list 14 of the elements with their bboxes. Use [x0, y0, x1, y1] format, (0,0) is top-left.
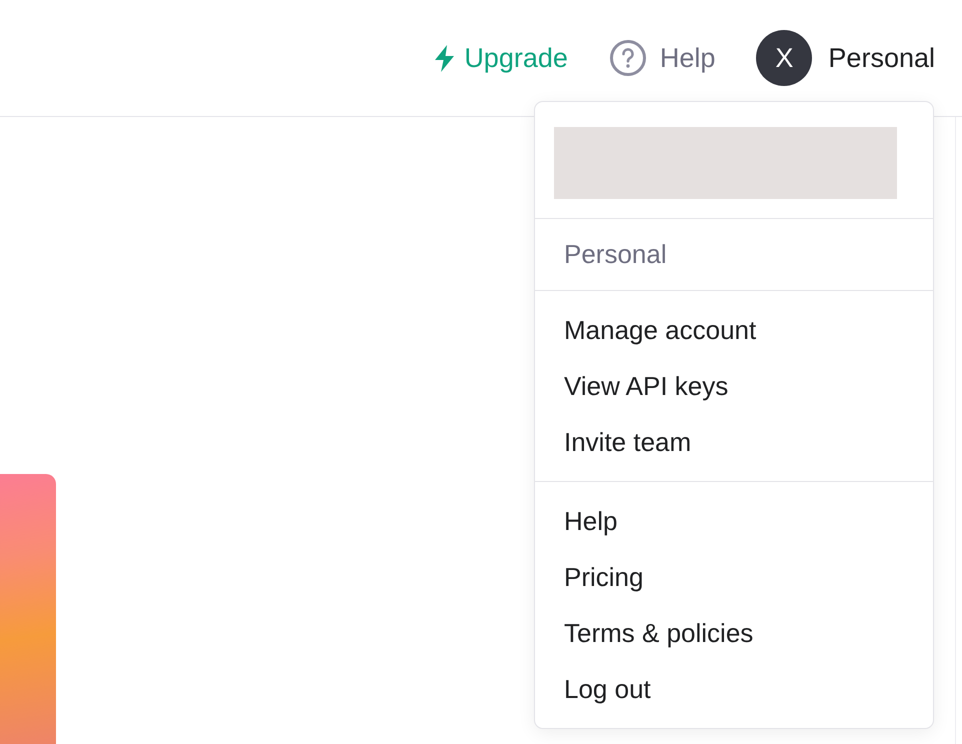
menu-item[interactable]: Manage account: [535, 302, 933, 358]
help-icon: [610, 40, 646, 76]
account-button[interactable]: X Personal: [756, 30, 935, 86]
account-name: Personal: [828, 42, 935, 75]
organization-name: Personal: [564, 238, 667, 271]
help-link[interactable]: Help: [610, 38, 716, 78]
lightning-bolt-icon: [434, 44, 456, 72]
menu-item[interactable]: View API keys: [535, 358, 933, 414]
menu-item[interactable]: Terms & policies: [535, 605, 933, 661]
avatar: X: [756, 30, 812, 86]
menu-item[interactable]: Log out: [535, 661, 933, 717]
menu-item[interactable]: Pricing: [535, 549, 933, 605]
menu-item[interactable]: Help: [535, 493, 933, 549]
menu-item[interactable]: Invite team: [535, 414, 933, 470]
